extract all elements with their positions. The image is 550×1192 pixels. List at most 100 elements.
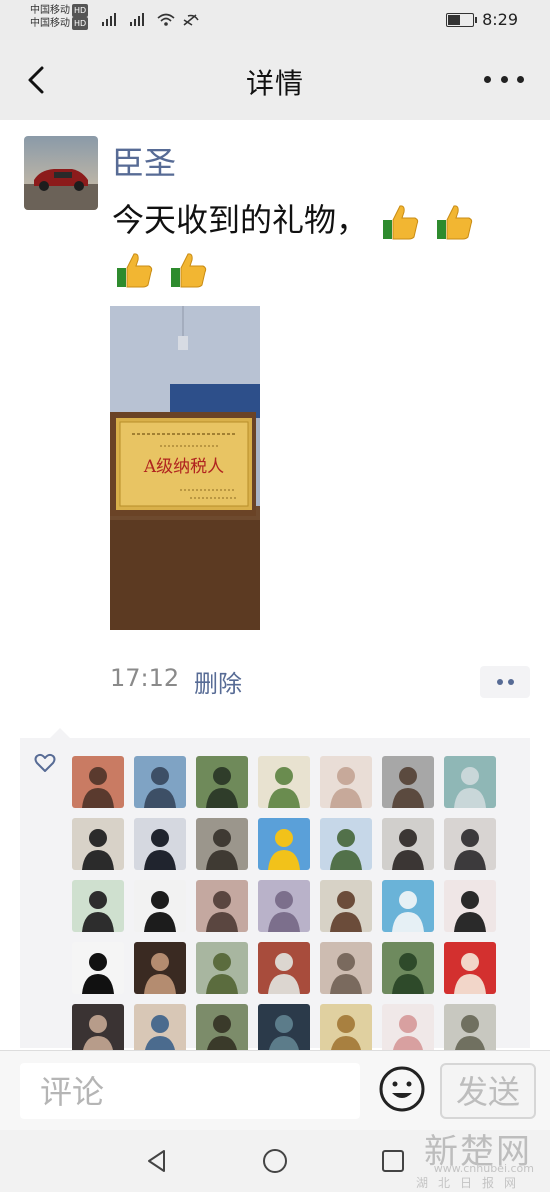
avatar-image bbox=[72, 942, 124, 994]
thumbs-up-icon bbox=[171, 253, 207, 288]
liker-avatar[interactable] bbox=[72, 880, 124, 932]
hd-badge: HD bbox=[72, 4, 89, 17]
avatar-image bbox=[134, 818, 186, 870]
liker-avatar[interactable] bbox=[382, 880, 434, 932]
status-bar: 中国移动 HD 中国移动 HD 8:29 bbox=[0, 0, 550, 40]
dot-icon bbox=[496, 679, 503, 685]
liker-avatar[interactable] bbox=[320, 756, 372, 808]
avatar-image bbox=[196, 880, 248, 932]
liker-avatar[interactable] bbox=[72, 1004, 124, 1056]
avatar[interactable] bbox=[24, 136, 98, 210]
avatar-image bbox=[382, 1004, 434, 1056]
avatar-image bbox=[382, 756, 434, 808]
comment-input-wrapper bbox=[20, 1063, 360, 1119]
avatar-image bbox=[320, 756, 372, 808]
battery-fill bbox=[448, 14, 461, 25]
triangle-back-icon[interactable] bbox=[144, 1148, 170, 1174]
avatar-image bbox=[320, 880, 372, 932]
liker-avatar[interactable] bbox=[320, 942, 372, 994]
liker-avatar[interactable] bbox=[258, 1004, 310, 1056]
avatar-image bbox=[320, 942, 372, 994]
avatar-image bbox=[444, 942, 496, 994]
dot-icon bbox=[517, 75, 524, 83]
liker-avatar[interactable] bbox=[444, 756, 496, 808]
delete-link[interactable]: 删除 bbox=[194, 664, 242, 699]
liker-avatar[interactable] bbox=[382, 756, 434, 808]
send-button[interactable]: 发送 bbox=[440, 1063, 536, 1119]
watermark-name: 湖北日报网 bbox=[415, 1176, 526, 1190]
post-time: 17:12 bbox=[110, 664, 180, 692]
liker-avatar[interactable] bbox=[72, 942, 124, 994]
liker-avatar[interactable] bbox=[196, 880, 248, 932]
avatar-image bbox=[320, 1004, 372, 1056]
thumbs-up-icon bbox=[437, 205, 473, 240]
avatar-image bbox=[382, 880, 434, 932]
moment-detail: 臣圣 今天收到的礼物， A级纳税人 17:12 删除 bbox=[0, 120, 550, 1056]
hd-badge-2: HD bbox=[72, 17, 89, 30]
liker-avatar[interactable] bbox=[196, 818, 248, 870]
liker-avatar[interactable] bbox=[382, 942, 434, 994]
avatar-image bbox=[134, 1004, 186, 1056]
avatar-image bbox=[258, 1004, 310, 1056]
avatar-image bbox=[72, 1004, 124, 1056]
more-button[interactable] bbox=[484, 66, 524, 92]
post-username[interactable]: 臣圣 bbox=[112, 138, 176, 184]
liker-avatar[interactable] bbox=[258, 818, 310, 870]
liker-avatar[interactable] bbox=[196, 756, 248, 808]
liker-avatar[interactable] bbox=[258, 880, 310, 932]
liker-avatar-grid bbox=[72, 756, 502, 1056]
post-text-content: 今天收到的礼物， bbox=[112, 201, 369, 239]
liker-avatar[interactable] bbox=[444, 942, 496, 994]
post-text: 今天收到的礼物， bbox=[112, 196, 532, 292]
avatar-image bbox=[196, 818, 248, 870]
liker-avatar[interactable] bbox=[320, 1004, 372, 1056]
signal-icons bbox=[100, 12, 210, 31]
thumbs-up-icon bbox=[383, 205, 419, 240]
likes-panel bbox=[20, 728, 530, 1056]
avatar-image bbox=[258, 818, 310, 870]
liker-avatar[interactable] bbox=[134, 942, 186, 994]
battery-icon bbox=[446, 12, 478, 27]
liker-avatar[interactable] bbox=[320, 818, 372, 870]
dot-icon bbox=[484, 75, 491, 83]
carrier-1: 中国移动 bbox=[30, 5, 70, 16]
watermark: 新楚网 www.cnhubei.com 湖北日报网 bbox=[380, 1124, 540, 1190]
comment-input[interactable] bbox=[38, 1071, 342, 1113]
avatar-image bbox=[134, 880, 186, 932]
dot-icon bbox=[507, 679, 514, 685]
liker-avatar[interactable] bbox=[72, 756, 124, 808]
comment-like-menu-button[interactable] bbox=[480, 666, 530, 698]
avatar-image bbox=[444, 818, 496, 870]
avatar-image bbox=[196, 1004, 248, 1056]
avatar-image bbox=[382, 818, 434, 870]
circle-home-icon[interactable] bbox=[262, 1148, 288, 1174]
avatar-image bbox=[134, 756, 186, 808]
liker-avatar[interactable] bbox=[382, 1004, 434, 1056]
avatar-image bbox=[444, 880, 496, 932]
liker-avatar[interactable] bbox=[196, 942, 248, 994]
liker-avatar[interactable] bbox=[258, 756, 310, 808]
avatar-image bbox=[444, 756, 496, 808]
avatar-image bbox=[382, 942, 434, 994]
avatar-image bbox=[320, 818, 372, 870]
thumbs-up-icon bbox=[117, 253, 153, 288]
liker-avatar[interactable] bbox=[258, 942, 310, 994]
heart-icon bbox=[34, 753, 56, 772]
avatar-image bbox=[258, 880, 310, 932]
emoji-button[interactable] bbox=[378, 1065, 426, 1113]
smiley-icon bbox=[379, 1066, 425, 1112]
liker-avatar[interactable] bbox=[134, 756, 186, 808]
liker-avatar[interactable] bbox=[444, 818, 496, 870]
liker-avatar[interactable] bbox=[134, 1004, 186, 1056]
post-photo[interactable]: A级纳税人 bbox=[110, 306, 260, 630]
liker-avatar[interactable] bbox=[444, 880, 496, 932]
avatar-image bbox=[258, 942, 310, 994]
liker-avatar[interactable] bbox=[134, 818, 186, 870]
liker-avatar[interactable] bbox=[444, 1004, 496, 1056]
avatar-image bbox=[444, 1004, 496, 1056]
liker-avatar[interactable] bbox=[196, 1004, 248, 1056]
liker-avatar[interactable] bbox=[320, 880, 372, 932]
liker-avatar[interactable] bbox=[134, 880, 186, 932]
liker-avatar[interactable] bbox=[382, 818, 434, 870]
liker-avatar[interactable] bbox=[72, 818, 124, 870]
